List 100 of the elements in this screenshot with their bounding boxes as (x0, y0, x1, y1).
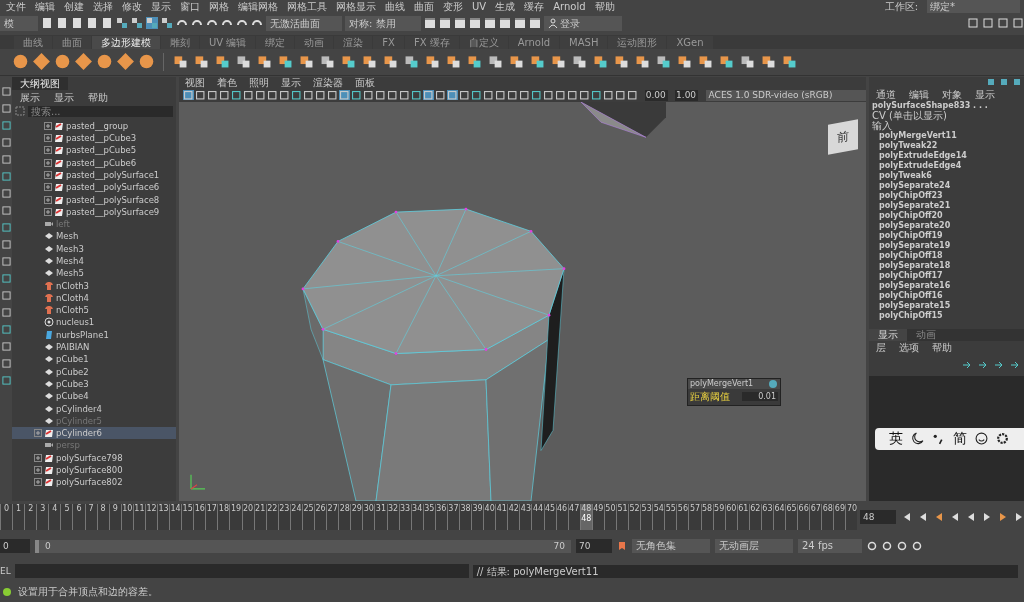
toolbar-icon[interactable] (56, 17, 68, 30)
current-frame-field[interactable]: 48 (860, 509, 896, 524)
viewport-tool-icon[interactable] (567, 89, 578, 101)
menu-item[interactable]: 显示 (975, 87, 995, 101)
language-label[interactable]: EL (0, 566, 11, 577)
viewport-tool-icon[interactable] (375, 89, 386, 101)
outliner-item[interactable]: Mesh5 (12, 267, 176, 280)
menu-item[interactable]: 渲染器 (313, 76, 343, 89)
expand-icon[interactable] (44, 207, 52, 216)
smiley-icon[interactable] (975, 432, 988, 446)
viewport-tool-icon[interactable] (627, 89, 638, 101)
settings-icon[interactable] (882, 541, 892, 552)
color-space-dropdown[interactable]: ACES 1.0 SDR-video (sRGB) (705, 89, 866, 101)
mode-dropdown[interactable]: 模 (0, 15, 38, 31)
view-cube[interactable]: 前 (828, 118, 858, 155)
outliner-item[interactable]: pasted__pCube5 (12, 144, 176, 157)
menu-item[interactable]: 编辑 (35, 0, 55, 13)
menu-item[interactable]: 生成 (495, 0, 516, 13)
menu-item[interactable]: 显示 (151, 0, 171, 13)
outliner-item[interactable]: nucleus1 (12, 316, 176, 329)
viewport-tool-icon[interactable] (315, 89, 326, 101)
outliner-item[interactable]: pCube2 (12, 365, 176, 378)
outliner-item[interactable]: Mesh (12, 230, 176, 243)
input-node[interactable]: polyChipOff20 (872, 210, 1024, 221)
cv-label[interactable]: CV (单击以显示) (872, 110, 1024, 121)
shelf-tab[interactable]: 自定义 (459, 35, 508, 49)
input-node[interactable]: polyChipOff17 (872, 270, 1024, 281)
menu-item[interactable]: 显示 (281, 76, 301, 89)
menu-item[interactable]: 着色 (217, 76, 237, 89)
viewport-tool-icon[interactable] (411, 89, 422, 101)
search-field[interactable]: 搜索... (28, 105, 173, 117)
viewport-tool-icon[interactable] (447, 89, 458, 101)
shelf-tab[interactable]: 雕刻 (161, 35, 199, 49)
outliner-item[interactable]: polySurface802 (12, 476, 176, 489)
viewport-tool-icon[interactable] (195, 89, 206, 101)
menu-item[interactable]: 照明 (249, 76, 269, 89)
viewport-tool-icon[interactable] (399, 89, 410, 101)
shelf-tab[interactable]: 渲染 (334, 35, 373, 49)
shelf-tab[interactable]: MASH (560, 35, 608, 49)
viewport-tool-icon[interactable] (459, 89, 470, 101)
input-node[interactable]: polyTweak22 (872, 140, 1024, 151)
menu-item[interactable]: 窗口 (180, 0, 200, 13)
shelf-tab[interactable]: XGen (667, 35, 713, 49)
menu-item[interactable]: 曲面 (414, 0, 434, 13)
outliner-item[interactable]: nurbsPlane1 (12, 328, 176, 341)
expand-icon[interactable] (34, 453, 42, 462)
outliner-item[interactable]: pasted__polySurface9 (12, 205, 176, 218)
outliner-item[interactable]: pCube3 (12, 377, 176, 391)
viewport-tool-icon[interactable] (603, 89, 614, 101)
outliner-item[interactable]: PAIBIAN (12, 340, 176, 354)
surface-field[interactable]: 无激活曲面 (266, 15, 342, 31)
layer-move-icon[interactable] (978, 359, 988, 370)
settings-icon[interactable] (912, 541, 922, 552)
menu-item[interactable]: 选择 (93, 0, 113, 13)
shelf-tab[interactable]: 运动图形 (608, 35, 667, 49)
menu-item[interactable]: 展示 (20, 91, 40, 103)
menu-item[interactable]: 编辑网格 (238, 0, 278, 13)
outliner-item[interactable]: pasted__pCube3 (12, 131, 176, 145)
viewport-tool-icon[interactable] (363, 89, 374, 101)
viewport-tool-icon[interactable] (219, 89, 230, 101)
outliner-item[interactable]: Mesh3 (12, 242, 176, 255)
viewport-tool-icon[interactable] (423, 89, 434, 101)
viewport-tool-icon[interactable] (327, 89, 338, 101)
menu-item[interactable]: 视图 (185, 76, 205, 89)
input-node[interactable]: polySeparate21 (872, 200, 1024, 211)
outliner-item[interactable]: polySurface800 (12, 463, 176, 477)
expand-icon[interactable] (44, 146, 52, 155)
outliner-item[interactable]: pasted__polySurface1 (12, 168, 176, 182)
shelf-tab[interactable]: UV 编辑 (200, 35, 256, 49)
playback-icon[interactable] (950, 511, 960, 522)
toolbar-icon[interactable] (41, 17, 53, 30)
viewport-tool-icon[interactable] (471, 89, 482, 101)
menu-item[interactable]: 编辑 (909, 87, 929, 101)
viewport-tool-icon[interactable] (507, 89, 518, 101)
shape-name[interactable]: polySurfaceShape833 . . . (872, 100, 1024, 111)
shelf-tab[interactable]: 多边形建模 (92, 35, 160, 49)
layer-tab[interactable]: 动画 (907, 328, 945, 341)
select-mode-icon[interactable] (116, 17, 128, 30)
outliner-item[interactable]: polySurface798 (12, 451, 176, 464)
expand-icon[interactable] (44, 183, 52, 192)
input-node[interactable]: polyExtrudeEdge4 (872, 160, 1024, 171)
input-node[interactable]: polySeparate18 (872, 260, 1024, 271)
viewport-tool-icon[interactable] (495, 89, 506, 101)
outliner-item[interactable]: pCube1 (12, 353, 176, 366)
shelf-tab[interactable]: 绑定 (256, 35, 295, 49)
panel-toggle-icon[interactable] (967, 17, 979, 30)
moon-icon[interactable] (911, 432, 924, 446)
viewport-tool-icon[interactable] (231, 89, 242, 101)
menu-item[interactable]: 网格显示 (336, 0, 376, 13)
expand-icon[interactable] (44, 121, 52, 130)
play-backward-icon[interactable] (966, 511, 976, 522)
menu-item[interactable]: Arnold (553, 0, 586, 13)
input-node[interactable]: polyChipOff16 (872, 290, 1024, 301)
menu-item[interactable]: 对象 (942, 87, 962, 101)
panel-toggle-icon[interactable] (982, 17, 994, 30)
expand-icon[interactable] (44, 195, 52, 204)
start-field[interactable]: 0 (0, 539, 30, 554)
workspace-dropdown[interactable]: 绑定* (927, 0, 1020, 13)
fps-dropdown[interactable]: 24 fps (798, 539, 862, 554)
menu-item[interactable]: 缓存 (524, 0, 545, 13)
